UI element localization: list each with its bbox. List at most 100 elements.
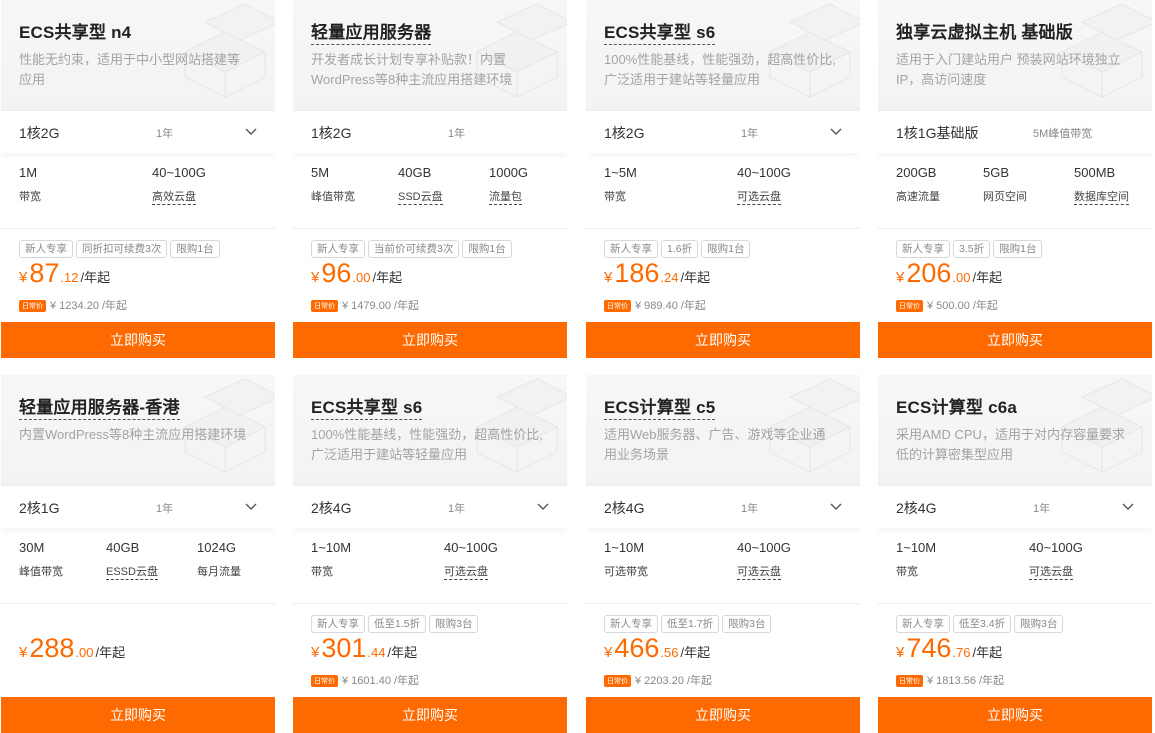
spec-feature: 5M 峰值带宽: [311, 165, 355, 204]
price: ¥466.56/年起: [604, 633, 710, 664]
price-decimal: .44: [367, 645, 386, 660]
divider: [878, 603, 1152, 604]
promo-tag: 新人专享: [19, 240, 73, 258]
spec-value: 2核4G: [311, 500, 352, 516]
chevron-down-icon[interactable]: [537, 500, 549, 512]
promo-tag: 限购1台: [462, 240, 512, 258]
price-integer: 301: [321, 633, 367, 663]
product-description: 内置WordPress等8种主流应用搭建环境: [19, 427, 247, 442]
price-decimal: .12: [60, 270, 79, 285]
feature-label: 高速流量: [896, 191, 940, 203]
feature-label: 可选云盘: [1029, 563, 1073, 580]
price-decimal: .00: [952, 270, 971, 285]
divider: [586, 603, 860, 604]
promo-tag: 限购3台: [722, 615, 772, 633]
feature-value: 40GB: [106, 540, 140, 555]
spec-selector[interactable]: 2核4G 1年: [586, 485, 860, 528]
chevron-down-icon[interactable]: [830, 500, 842, 512]
buy-now-button[interactable]: 立即购买: [586, 322, 860, 358]
buy-now-button[interactable]: 立即购买: [1, 697, 275, 733]
spec-selector[interactable]: 2核1G 1年: [1, 485, 275, 528]
spec-selector[interactable]: 2核4G 1年: [878, 485, 1152, 528]
original-price-text: ¥ 1479.00 /年起: [342, 300, 420, 312]
buy-now-button[interactable]: 立即购买: [1, 322, 275, 358]
regular-price-badge: 日常价: [604, 675, 631, 687]
price-unit: /年起: [95, 645, 126, 660]
buy-now-button[interactable]: 立即购买: [586, 697, 860, 733]
promo-tag: 限购1台: [993, 240, 1043, 258]
promo-tags: 新人专享 1.6折 限购1台: [604, 239, 753, 258]
feature-value: 1~10M: [311, 540, 352, 555]
regular-price-badge: 日常价: [896, 675, 923, 687]
spec-period: 1年: [156, 503, 174, 515]
product-title: ECS共享型 s6: [311, 393, 423, 420]
currency-symbol: ¥: [311, 269, 320, 286]
promo-tags: 新人专享 低至1.5折 限购3台: [311, 614, 481, 633]
chevron-down-icon[interactable]: [1122, 500, 1134, 512]
buy-now-button[interactable]: 立即购买: [878, 697, 1152, 733]
original-price: 日常价 ¥ 2203.20 /年起: [604, 672, 712, 688]
buy-now-button[interactable]: 立即购买: [293, 697, 567, 733]
price-unit: /年起: [680, 645, 711, 660]
price-decimal: .56: [660, 645, 679, 660]
feature-value: 5M: [311, 165, 330, 180]
regular-price-badge: 日常价: [311, 300, 338, 312]
original-price-text: ¥ 500.00 /年起: [927, 300, 998, 312]
currency-symbol: ¥: [896, 644, 905, 661]
feature-label: 峰值带宽: [311, 191, 355, 203]
regular-price-badge: 日常价: [896, 300, 923, 312]
price-unit: /年起: [972, 270, 1003, 285]
feature-value: 40~100G: [1029, 540, 1083, 555]
price: ¥746.76/年起: [896, 633, 1002, 664]
regular-price-badge: 日常价: [604, 300, 631, 312]
spec-feature: 40~100G 可选云盘: [1029, 540, 1083, 580]
spec-feature: 1~10M 带宽: [311, 540, 351, 579]
price: ¥96.00/年起: [311, 258, 402, 289]
product-card: 独享云虚拟主机 基础版 适用于入门建站用户 预装网站环境独立IP，高访问速度 1核1…: [878, 0, 1152, 358]
spec-feature: 1000G 流量包: [489, 165, 528, 205]
chevron-down-icon[interactable]: [830, 125, 842, 137]
promo-tag: 新人专享: [311, 615, 365, 633]
original-price-text: ¥ 2203.20 /年起: [635, 675, 713, 687]
promo-tag: 新人专享: [896, 615, 950, 633]
currency-symbol: ¥: [311, 644, 320, 661]
product-card: 轻量应用服务器-香港 内置WordPress等8种主流应用搭建环境 2核1G 1年 30…: [1, 375, 275, 733]
buy-now-button[interactable]: 立即购买: [878, 322, 1152, 358]
feature-label: 可选云盘: [444, 563, 488, 580]
product-card: 轻量应用服务器 开发者成长计划专享补贴款！内置WordPress等8种主流应用搭建…: [293, 0, 567, 358]
spec-value: 1核2G: [19, 125, 60, 141]
spec-period: 1年: [741, 128, 759, 140]
buy-now-button[interactable]: 立即购买: [293, 322, 567, 358]
spec-selector[interactable]: 1核1G基础版 5M峰值带宽: [878, 110, 1152, 153]
product-card: ECS计算型 c5 适用Web服务器、广告、游戏等企业通用业务场景 2核4G 1年 1~…: [586, 375, 860, 733]
spec-period: 1年: [1033, 503, 1051, 515]
product-title: ECS计算型 c6a: [896, 398, 1018, 417]
product-description: 100%性能基线，性能强劲，超高性价比,广泛适用于建站等轻量应用: [311, 427, 543, 462]
spec-selector[interactable]: 1核2G 1年: [1, 110, 275, 153]
spec-feature: 40~100G 可选云盘: [737, 165, 791, 205]
spec-feature: 1024G 每月流量: [197, 540, 241, 579]
product-description: 性能无约束，适用于中小型网站搭建等应用: [19, 52, 241, 87]
chevron-down-icon[interactable]: [245, 500, 257, 512]
feature-value: 5GB: [983, 165, 1010, 180]
spec-selector[interactable]: 2核4G 1年: [293, 485, 567, 528]
price-integer: 466: [614, 633, 660, 663]
spec-selector[interactable]: 1核2G 1年: [293, 110, 567, 153]
chevron-down-icon[interactable]: [245, 125, 257, 137]
currency-symbol: ¥: [604, 644, 613, 661]
original-price-text: ¥ 1601.40 /年起: [342, 675, 420, 687]
spec-feature: 40~100G 可选云盘: [444, 540, 498, 580]
promo-tag: 同折扣可续费3次: [76, 240, 168, 258]
spec-feature: 1~5M 带宽: [604, 165, 637, 204]
product-title: 轻量应用服务器-香港: [19, 393, 180, 420]
spec-selector[interactable]: 1核2G 1年: [586, 110, 860, 153]
promo-tag: 1.6折: [661, 240, 699, 258]
feature-label: 可选带宽: [604, 566, 648, 578]
regular-price-badge: 日常价: [311, 675, 338, 687]
feature-label: 高效云盘: [152, 188, 196, 205]
spec-feature: 40GB SSD云盘: [398, 165, 443, 205]
regular-price-badge: 日常价: [19, 300, 46, 312]
feature-value: 200GB: [896, 165, 937, 180]
product-description: 适用于入门建站用户 预装网站环境独立IP，高访问速度: [896, 52, 1121, 87]
divider: [293, 228, 567, 229]
